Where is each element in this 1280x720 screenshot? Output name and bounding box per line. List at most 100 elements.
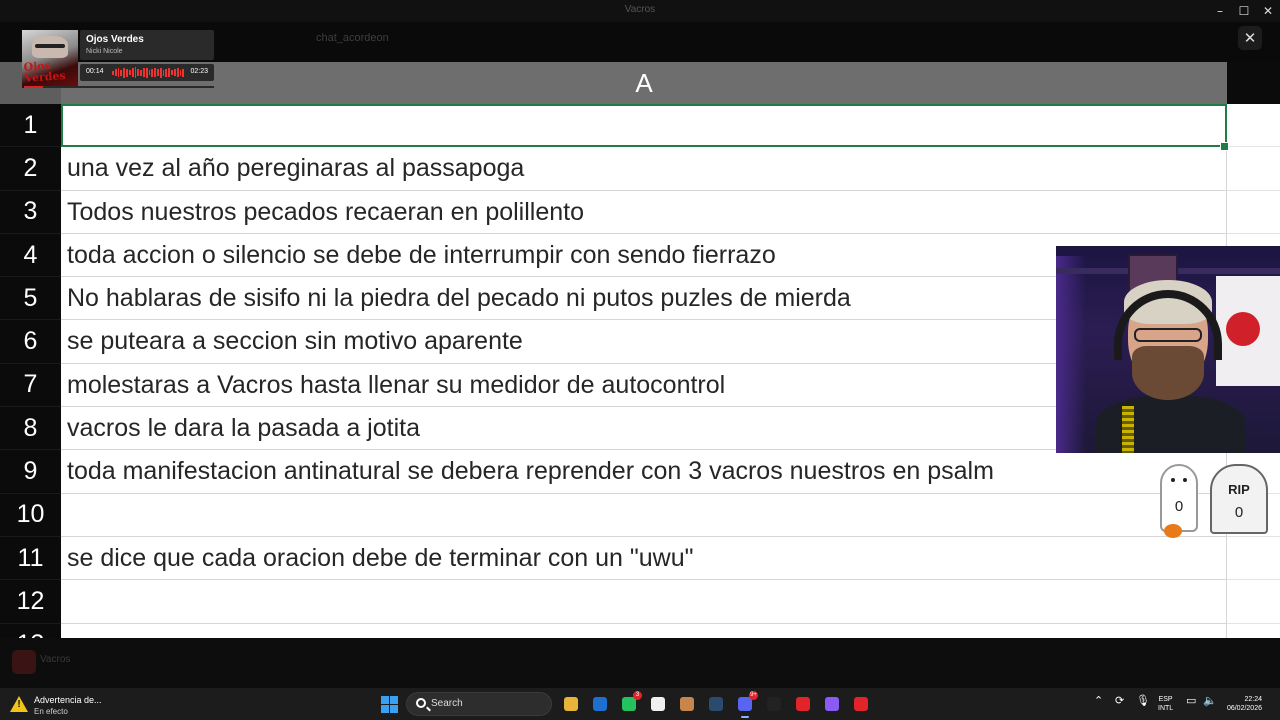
close-overlay-button[interactable]: ✕ <box>1238 26 1262 50</box>
cell-a[interactable]: se dice que cada oracion debe de termina… <box>61 536 1227 581</box>
steam-icon[interactable] <box>705 693 727 715</box>
total-time: 02:23 <box>190 68 208 75</box>
cell-b[interactable] <box>1227 104 1280 148</box>
file-explorer-icon[interactable] <box>560 693 582 715</box>
cell-a[interactable] <box>61 493 1227 537</box>
taskbar: ! Advertencia de... En efecto Search 3 9+… <box>0 688 1280 720</box>
window-close-button[interactable]: ✕ <box>1256 0 1280 22</box>
track-progress-fill <box>24 86 43 88</box>
row-header[interactable]: 5 <box>0 277 61 321</box>
youtube-icon[interactable] <box>792 693 814 715</box>
cell-b[interactable] <box>1227 190 1280 234</box>
minimize-button[interactable]: – <box>1208 0 1232 22</box>
microphone-icon[interactable]: 🎙 <box>1136 694 1150 707</box>
album-cover: Ojos Verdes <box>22 30 78 88</box>
row-header[interactable]: 12 <box>0 580 61 624</box>
cell-b[interactable] <box>1227 623 1280 638</box>
ghost-eye <box>1171 478 1175 482</box>
alert-title: Advertencia de... <box>34 695 102 705</box>
row-header[interactable]: 3 <box>0 190 61 234</box>
waveform-bar <box>114 69 117 76</box>
cell-a[interactable] <box>61 104 1227 148</box>
sheet-row: 12 <box>0 580 1280 624</box>
sheet-row: 11 se dice que cada oracion debe de termi… <box>0 536 1280 581</box>
sheet-row: 9 toda manifestacion antinatural se deber… <box>0 450 1280 494</box>
search-icon <box>416 698 426 708</box>
bottom-app-bar: Vacros <box>0 638 1280 688</box>
waveform-bar <box>162 69 165 76</box>
waveform-bar <box>142 68 145 77</box>
selection-fill-handle[interactable] <box>1220 142 1229 151</box>
obsidian-icon[interactable] <box>821 693 843 715</box>
cell-a[interactable]: toda accion o silencio se debe de interr… <box>61 233 1227 278</box>
warning-icon-mark: ! <box>17 699 21 710</box>
elapsed-time: 00:14 <box>86 68 104 75</box>
clock-time: 22:24 <box>1244 696 1262 703</box>
playback-bar: 00:14 02:23 <box>80 64 214 81</box>
chevron-up-icon[interactable]: ⌃ <box>1094 694 1103 707</box>
waveform-bar <box>145 67 148 78</box>
column-header-a[interactable]: A <box>61 62 1227 104</box>
discord-icon[interactable]: 9+ <box>734 691 758 718</box>
capcut-icon[interactable] <box>647 693 669 715</box>
maximize-button[interactable]: ☐ <box>1232 0 1256 22</box>
cell-b[interactable] <box>1227 536 1280 581</box>
waveform-bar <box>179 69 182 76</box>
cell-b[interactable] <box>1227 580 1280 624</box>
sheet-row: 10 <box>0 493 1280 537</box>
ghost-count: 0 <box>1174 498 1184 515</box>
row-header[interactable]: 7 <box>0 363 61 408</box>
outlook-icon[interactable] <box>589 693 611 715</box>
cell-a[interactable]: toda manifestacion antinatural se debera… <box>61 450 1227 494</box>
waveform-bar <box>128 70 131 75</box>
row-header[interactable]: 13 <box>0 623 61 638</box>
sheet-row: 13 <box>0 623 1280 638</box>
cell-a[interactable]: No hablaras de sisifo ni la piedra del p… <box>61 277 1227 321</box>
whatsapp-icon[interactable]: 3 <box>618 691 642 715</box>
row-header[interactable]: 10 <box>0 493 61 537</box>
waveform-bar <box>137 69 140 76</box>
waveform-bar <box>173 69 176 76</box>
cell-a[interactable]: vacros le dara la pasada a jotita <box>61 407 1227 451</box>
waveform-bar <box>168 68 171 77</box>
waveform-bar <box>182 68 185 77</box>
opera-icon[interactable] <box>850 693 872 715</box>
waveform-bar <box>176 68 179 77</box>
row-header[interactable]: 4 <box>0 233 61 278</box>
cell-a[interactable]: molestaras a Vacros hasta llenar su medi… <box>61 363 1227 408</box>
column-header-b[interactable] <box>1227 62 1280 104</box>
row-header[interactable]: 2 <box>0 147 61 191</box>
taskbar-search[interactable]: Search <box>406 692 552 716</box>
row-header[interactable]: 6 <box>0 320 61 364</box>
start-button[interactable] <box>381 696 398 713</box>
waveform-bar <box>112 70 114 75</box>
language-indicator[interactable]: ESP INTL <box>1158 695 1173 713</box>
cell-a[interactable] <box>61 623 1227 638</box>
cell-a[interactable]: se puteara a seccion sin motivo aparente <box>61 320 1227 364</box>
microphone <box>1122 406 1134 453</box>
cell-a[interactable]: una vez al año pereginaras al passapoga <box>61 147 1227 191</box>
waveform-bar <box>165 68 168 77</box>
cell-a[interactable] <box>61 580 1227 624</box>
cell-a[interactable]: Todos nuestros pecados recaeran en polil… <box>61 190 1227 234</box>
song-title: Ojos Verdes <box>86 34 144 45</box>
cell-b[interactable] <box>1227 147 1280 191</box>
game-glyph <box>680 697 694 711</box>
sheet-row: 3 Todos nuestros pecados recaeran en poli… <box>0 190 1280 234</box>
youtube-glyph <box>796 697 810 711</box>
terminal-icon[interactable] <box>763 693 785 715</box>
row-header[interactable]: 1 <box>0 104 61 148</box>
waveform-bar <box>126 68 128 77</box>
clock[interactable]: 22:24 06/02/2026 <box>1222 695 1262 713</box>
volume-icon[interactable]: 🔈 <box>1203 694 1217 707</box>
monitor-icon[interactable]: ▭ <box>1186 694 1196 707</box>
sync-icon[interactable]: ⟳ <box>1115 694 1124 707</box>
row-header[interactable]: 9 <box>0 450 61 494</box>
row-header[interactable]: 11 <box>0 536 61 581</box>
app-thumbnail[interactable] <box>12 650 36 674</box>
row-header[interactable]: 8 <box>0 407 61 451</box>
alert-subtitle: En efecto <box>34 707 68 716</box>
clock-date: 06/02/2026 <box>1226 705 1262 712</box>
pumpkin-icon <box>1164 524 1182 538</box>
game-icon[interactable] <box>676 693 698 715</box>
